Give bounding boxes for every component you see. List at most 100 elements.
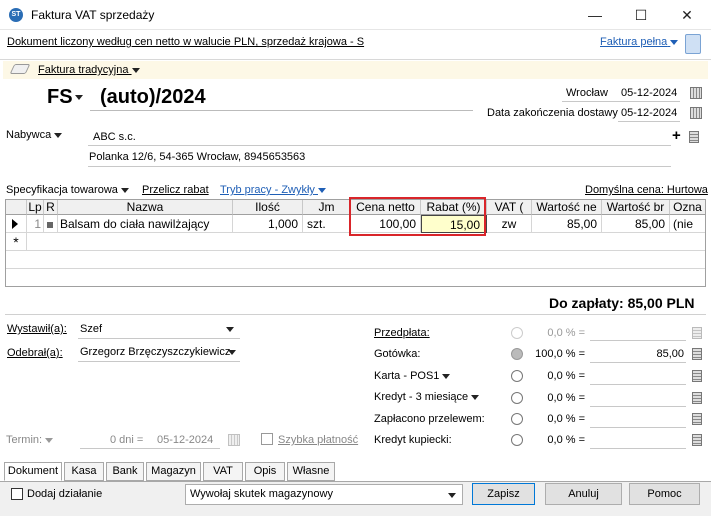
pricing-info-link[interactable]: Dokument liczony według cen netto w walu… [7,36,364,48]
calculator-icon[interactable] [692,392,702,404]
payment-radio-card[interactable] [511,370,523,382]
tab-opis[interactable]: Opis [245,462,285,481]
series-dropdown[interactable]: FS [47,86,83,109]
spec-dropdown[interactable]: Specyfikacja towarowa [6,184,129,196]
term-underline [80,448,220,449]
quick-pay-checkbox[interactable] [261,433,273,445]
payment-pct-cash: 100,0 % = [535,348,585,360]
chevron-down-icon [670,39,679,45]
received-by-value: Grzegorz Brzęczyszczykiewicz [80,346,231,358]
city-field[interactable]: Wrocław [566,87,608,99]
tab-wlasne[interactable]: Własne [287,462,335,481]
buyer-label: Nabywca [6,129,52,141]
cell-mark[interactable]: (nie [670,215,705,233]
buyer-underline [88,145,671,146]
document-icon[interactable] [685,34,701,54]
tab-vat[interactable]: VAT [203,462,243,481]
issued-by-label[interactable]: Wystawił(a): [7,323,67,335]
term-days: 0 dni = [110,434,144,446]
col-header-r[interactable]: R [44,200,58,215]
calendar-icon[interactable] [690,107,702,119]
received-by-label[interactable]: Odebrał(a): [7,347,63,359]
cell-unit[interactable]: szt. [303,215,351,233]
calendar-icon [228,434,240,446]
chevron-down-icon [54,132,63,138]
cell-net[interactable]: 85,00 [532,215,602,233]
payment-underline [590,448,686,449]
col-header-name[interactable]: Nazwa [58,200,233,215]
payment-label-transfer: Zapłacono przelewem: [374,413,485,425]
new-row-marker[interactable]: * [6,233,27,251]
row-pointer-icon[interactable] [6,215,27,233]
issue-date-field[interactable]: 05-12-2024 [621,87,677,99]
cell-gross[interactable]: 85,00 [602,215,670,233]
address-underline [88,166,671,167]
payment-radio-transfer[interactable] [511,413,523,425]
save-button[interactable]: Zapisz [472,483,535,505]
col-header-unit[interactable]: Jm [303,200,351,215]
buyer-dropdown[interactable]: Nabywca [6,129,63,141]
close-button[interactable]: ✕ [664,0,710,30]
payment-radio-cash[interactable] [511,348,523,360]
mode-dropdown[interactable]: Tryb pracy - Zwykły [220,184,326,196]
cell-lp[interactable]: 1 [27,215,44,233]
payment-amount-cash[interactable]: 85,00 [594,348,684,360]
cell-vat[interactable]: zw [487,215,532,233]
tab-kasa[interactable]: Kasa [64,462,104,481]
divider [5,314,706,315]
tab-bank[interactable]: Bank [106,462,144,481]
col-header-vat[interactable]: VAT ( [487,200,532,215]
number-underline [90,110,473,111]
empty-row[interactable] [6,251,705,269]
delivery-label: Data zakończenia dostawy [487,107,618,119]
document-number[interactable]: (auto)/2024 [100,86,206,109]
row-selector-header [6,200,27,215]
col-header-mark[interactable]: Ozna [670,200,705,215]
col-header-net[interactable]: Wartość ne [532,200,602,215]
help-button[interactable]: Pomoc [629,483,700,505]
issued-by-select[interactable]: Szef [78,321,240,339]
calculator-icon[interactable] [692,348,702,360]
payment-label-prepay[interactable]: Przedpłata: [374,327,430,339]
cell-r[interactable] [44,215,58,233]
cell-name[interactable]: Balsam do ciała nawilżający [58,215,233,233]
minimize-button[interactable]: — [572,0,618,30]
payment-dropdown-card[interactable]: Karta - POS1 [374,370,451,382]
cancel-button[interactable]: Anuluj [545,483,622,505]
cell-qty[interactable]: 1,000 [233,215,303,233]
col-header-qty[interactable]: Ilość [233,200,303,215]
chevron-down-icon [120,187,129,193]
delivery-date-field[interactable]: 05-12-2024 [621,107,677,119]
recalc-discount-link[interactable]: Przelicz rabat [142,184,209,196]
calculator-icon[interactable] [692,370,702,382]
add-action-label[interactable]: Dodaj działanie [27,488,102,500]
window-title: Faktura VAT sprzedaży [31,8,155,22]
col-header-lp[interactable]: Lp [27,200,44,215]
default-price-link[interactable]: Domyślna cena: Hurtowa [585,184,708,196]
calendar-icon[interactable] [690,87,702,99]
payment-underline [590,427,686,428]
chevron-down-icon [318,187,326,193]
calculator-icon[interactable] [692,434,702,446]
faktura-type-link[interactable]: Faktura pełna [600,36,679,48]
empty-row[interactable] [6,269,705,286]
warehouse-action-select[interactable]: Wywołaj skutek magazynowy [185,484,463,505]
calculator-icon[interactable] [692,413,702,425]
add-icon[interactable]: + [672,127,681,144]
received-by-select[interactable]: Grzegorz Brzęczyszczykiewicz [78,344,240,362]
maximize-button[interactable]: ☐ [618,0,664,30]
buyer-name[interactable]: ABC s.c. [93,131,136,143]
quick-pay-label[interactable]: Szybka płatność [278,434,358,446]
col-header-gross[interactable]: Wartość br [602,200,670,215]
list-icon[interactable] [689,131,699,143]
tab-dokument[interactable]: Dokument [4,462,62,481]
payment-radio-credit[interactable] [511,392,523,404]
doctype-dropdown[interactable]: Faktura tradycyjna [38,64,140,76]
payment-dropdown-credit[interactable]: Kredyt - 3 miesiące [374,391,480,403]
term-dropdown[interactable]: Termin: [6,434,54,446]
tab-magazyn[interactable]: Magazyn [146,462,201,481]
payment-radio-merchant-credit[interactable] [511,434,523,446]
add-action-checkbox[interactable] [11,488,23,500]
chevron-down-icon [226,327,234,332]
payment-pct-prepay: 0,0 % = [547,327,585,339]
